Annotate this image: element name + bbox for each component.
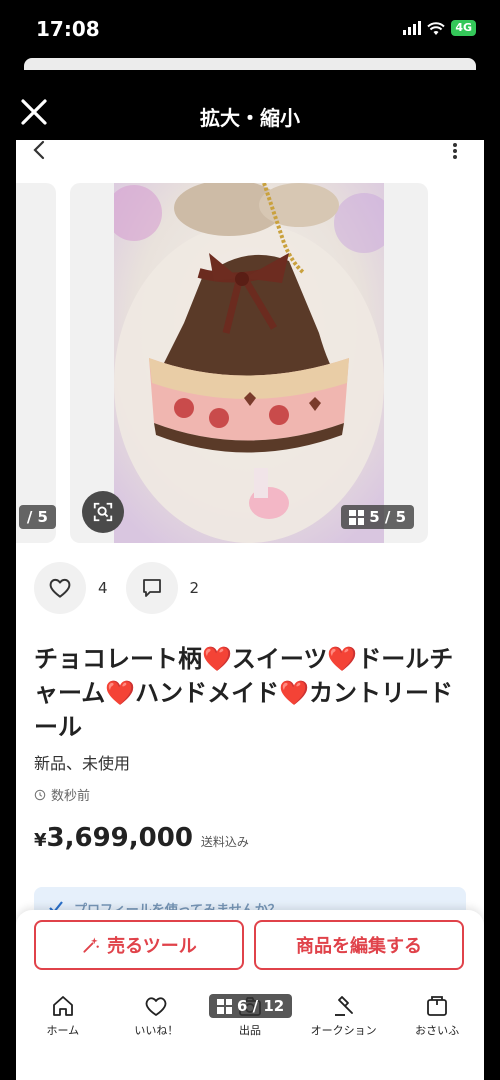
item-title: チョコレート柄❤️スイーツ❤️ドールチャーム❤️ハンドメイド❤️カントリードール — [34, 642, 474, 744]
title-part: スイーツ — [231, 645, 328, 673]
battery-indicator: 4G — [451, 20, 476, 36]
grid-icon — [349, 509, 365, 525]
comment-count: 2 — [189, 579, 200, 597]
wifi-icon — [427, 21, 446, 35]
bottom-action-sheet: 売るツール 商品を編集する ホーム いいね！ 出品 オークション おさいふ 6 … — [16, 910, 484, 1080]
edit-item-button[interactable]: 商品を編集する — [254, 920, 464, 970]
magic-wand-icon — [83, 937, 100, 953]
signal-icon — [403, 21, 422, 35]
edit-item-label: 商品を編集する — [296, 936, 422, 957]
back-button[interactable] — [32, 140, 46, 160]
title-part: ハンドメイド — [135, 679, 280, 707]
status-time: 17:08 — [36, 17, 100, 41]
prev-counter-text: / 5 — [26, 508, 48, 526]
item-price: ¥ 3,699,000 送料込み — [34, 823, 249, 853]
page-indicator-text: 6 / 12 — [237, 997, 285, 1015]
heart-icon — [146, 997, 167, 1016]
prev-image-counter: / 5 — [18, 505, 56, 529]
clock-icon — [34, 789, 46, 800]
price-value: 3,699,000 — [46, 823, 193, 853]
status-icons: 4G — [403, 20, 476, 36]
status-bar: 17:08 4G — [0, 0, 500, 60]
more-vertical-icon — [453, 143, 457, 159]
tab-wallet[interactable]: おさいふ — [390, 990, 484, 1050]
heart-outline-icon — [49, 578, 71, 598]
page-indicator: 6 / 12 — [209, 994, 293, 1018]
like-button[interactable] — [34, 562, 86, 614]
comment-icon — [142, 579, 161, 597]
product-image — [114, 183, 384, 543]
title-part: チョコレート柄 — [34, 645, 202, 673]
tab-likes[interactable]: いいね！ — [110, 990, 204, 1050]
image-carousel[interactable]: / 5 5 / 5 — [16, 183, 484, 543]
posted-time: 数秒前 — [34, 785, 90, 804]
previous-image-card[interactable]: / 5 — [16, 183, 56, 543]
tab-auction[interactable]: オークション — [297, 990, 391, 1050]
tab-home-label: ホーム — [46, 1024, 80, 1037]
heart-emoji: ❤️ — [105, 679, 136, 707]
like-count: 4 — [98, 579, 108, 597]
tab-auction-label: オークション — [310, 1024, 377, 1037]
item-condition: 新品、未使用 — [34, 754, 131, 773]
price-currency: ¥ — [34, 830, 47, 851]
tab-sell-label: 出品 — [238, 1024, 261, 1037]
more-menu-button[interactable] — [452, 142, 458, 160]
image-counter-text: 5 / 5 — [369, 508, 406, 526]
wallet-icon — [427, 996, 448, 1016]
item-page: / 5 5 / 5 4 2 チョコレート柄❤️スイーツ❤️ドールチャーム❤️ハン… — [16, 140, 484, 1080]
tab-home[interactable]: ホーム — [16, 990, 110, 1050]
home-icon — [52, 996, 73, 1016]
comment-button[interactable] — [125, 562, 178, 614]
heart-emoji: ❤️ — [327, 645, 358, 673]
lens-scan-icon — [93, 502, 113, 522]
tab-likes-label: いいね！ — [134, 1024, 179, 1037]
tab-wallet-label: おさいふ — [415, 1024, 460, 1037]
viewer-header: 拡大・縮小 — [0, 70, 500, 140]
chevron-left-icon — [33, 140, 45, 160]
grid-icon — [217, 998, 232, 1014]
item-actions: 4 2 — [34, 562, 217, 614]
heart-emoji: ❤️ — [279, 679, 310, 707]
heart-emoji: ❤️ — [202, 645, 232, 673]
posted-text: 数秒前 — [51, 789, 91, 804]
current-image-card[interactable]: 5 / 5 — [70, 183, 428, 543]
image-counter: 5 / 5 — [341, 505, 414, 529]
gavel-icon — [334, 996, 353, 1016]
sheet-handle — [24, 58, 476, 70]
sell-tool-label: 売るツール — [107, 936, 197, 957]
sell-tool-button[interactable]: 売るツール — [34, 920, 244, 970]
viewer-title: 拡大・縮小 — [200, 106, 300, 130]
shipping-label: 送料込み — [200, 835, 249, 849]
image-search-button[interactable] — [82, 491, 124, 533]
